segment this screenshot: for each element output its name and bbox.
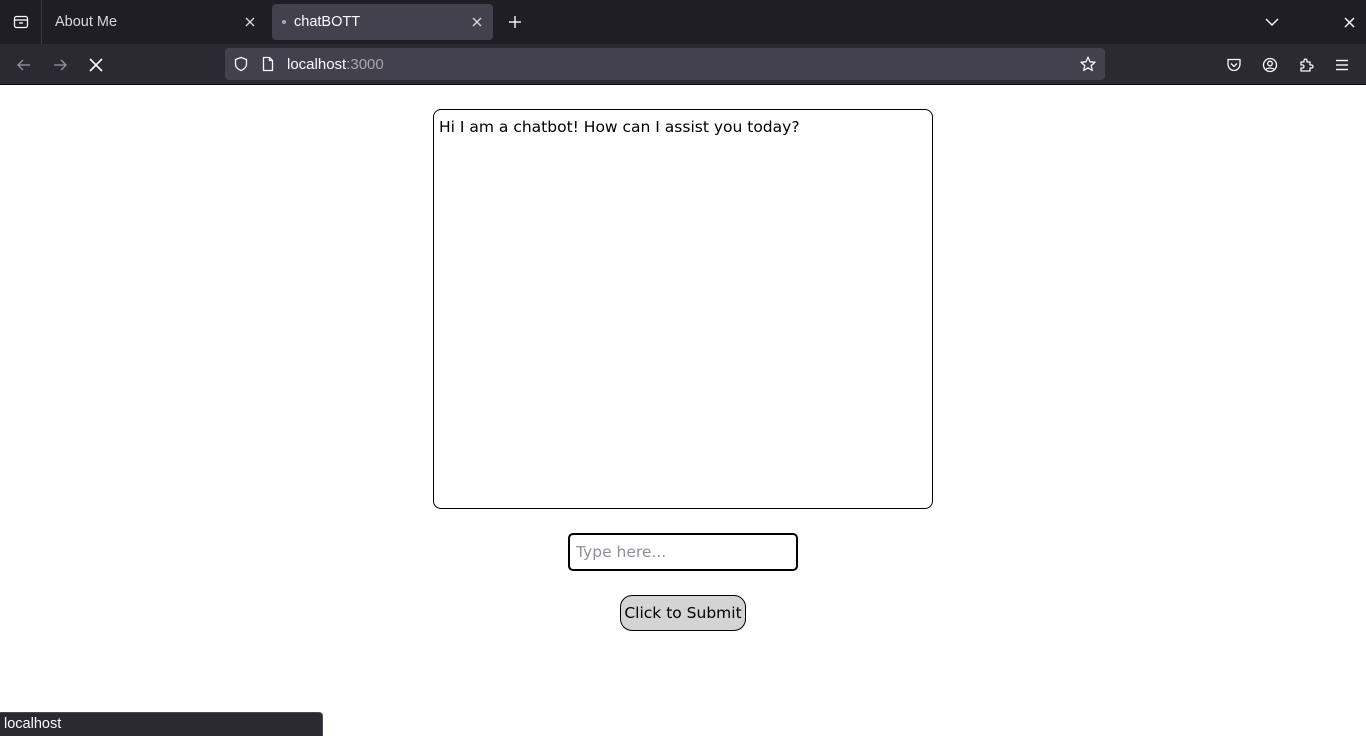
nav-bar: localhost:3000 <box>0 44 1366 85</box>
chat-message: Hi I am a chatbot! How can I assist you … <box>439 118 800 136</box>
puzzle-icon <box>1298 57 1314 73</box>
window-close-button[interactable] <box>1336 8 1362 36</box>
star-icon[interactable] <box>1080 56 1096 72</box>
hamburger-menu-icon <box>1334 57 1350 73</box>
tab-about-me[interactable]: About Me <box>44 4 266 40</box>
back-button[interactable] <box>9 50 39 80</box>
extensions-button[interactable] <box>1291 50 1321 80</box>
chat-input[interactable] <box>568 533 798 571</box>
pocket-icon <box>1226 57 1242 73</box>
submit-button[interactable]: Click to Submit <box>620 595 746 631</box>
status-bar: localhost <box>0 712 323 736</box>
menu-button[interactable] <box>1327 50 1357 80</box>
url-text: localhost:3000 <box>287 56 384 73</box>
url-port: :3000 <box>346 56 384 73</box>
chevron-down-icon <box>1265 15 1279 29</box>
chat-log[interactable]: Hi I am a chatbot! How can I assist you … <box>433 109 933 509</box>
list-all-tabs-button[interactable] <box>1258 8 1286 36</box>
stop-button[interactable] <box>81 50 111 80</box>
forward-button[interactable] <box>45 50 75 80</box>
url-host: localhost <box>287 56 347 73</box>
account-button[interactable] <box>1255 50 1285 80</box>
tab-strip: About Me chatBOTT <box>0 0 1366 44</box>
account-icon <box>1262 57 1278 73</box>
new-tab-button[interactable] <box>501 8 529 36</box>
stop-x-icon <box>89 58 103 72</box>
close-icon <box>1343 16 1355 28</box>
tab-title: About Me <box>55 14 118 30</box>
close-icon[interactable] <box>469 14 485 30</box>
shield-icon[interactable] <box>233 56 249 72</box>
loading-dot-icon <box>282 20 286 24</box>
tab-title: chatBOTT <box>294 14 361 30</box>
firefox-view-icon <box>13 14 29 30</box>
page-icon[interactable] <box>260 56 276 72</box>
url-bar[interactable]: localhost:3000 <box>225 48 1105 80</box>
plus-icon <box>508 15 522 29</box>
arrow-right-icon <box>52 57 68 73</box>
firefox-view-button[interactable] <box>0 0 42 44</box>
close-icon[interactable] <box>242 14 258 30</box>
arrow-left-icon <box>16 57 32 73</box>
pocket-button[interactable] <box>1219 50 1249 80</box>
tab-chatbott[interactable]: chatBOTT <box>272 4 493 40</box>
